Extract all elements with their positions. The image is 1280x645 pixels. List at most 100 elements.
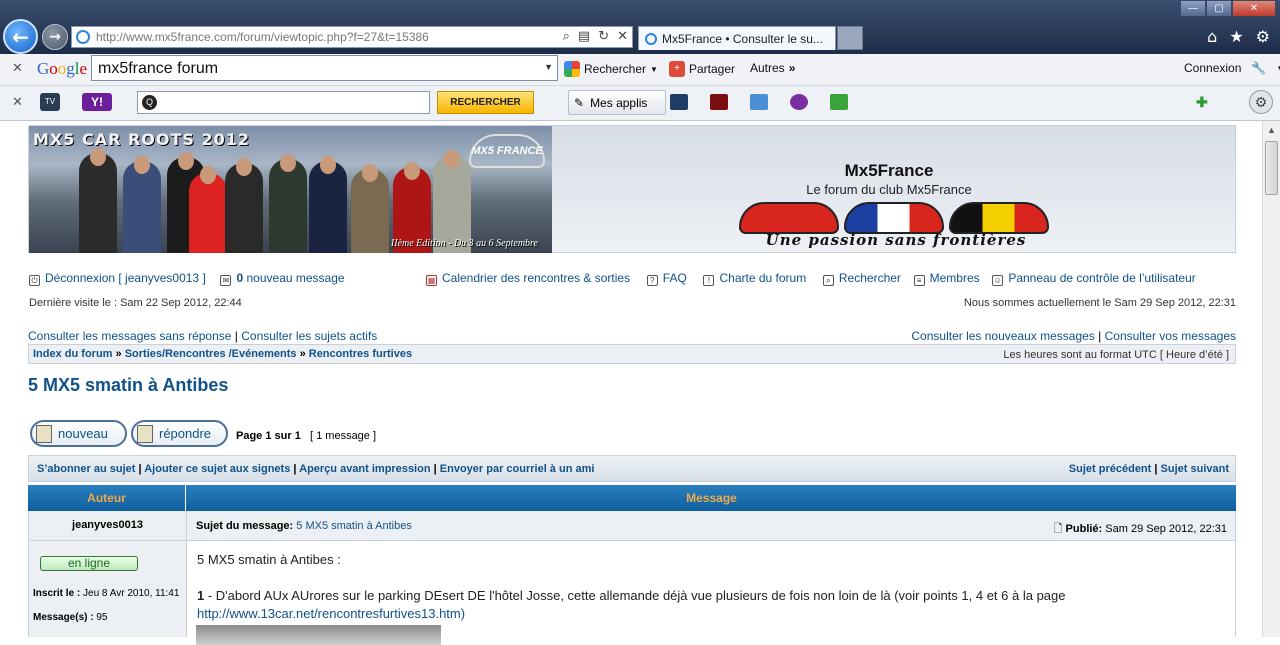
url-text[interactable]: http://www.mx5france.com/forum/viewtopic… — [96, 30, 429, 44]
home-icon[interactable]: ⌂ — [1207, 27, 1217, 46]
search-link[interactable]: Rechercher — [839, 271, 901, 285]
topic-title[interactable]: 5 MX5 smatin à Antibes — [28, 375, 228, 396]
ucp-link[interactable]: Panneau de contrôle de l’utilisateur — [1008, 271, 1195, 285]
paragraph-text: - D'abord AUx AUrores sur le parking DEs… — [204, 588, 1066, 603]
tv-icon[interactable]: TV — [40, 93, 60, 111]
next-topic-link[interactable]: Sujet suivant — [1161, 463, 1229, 475]
breadcrumb: Index du forum » Sorties/Rencontres /Evé… — [28, 344, 1236, 364]
google-search-input[interactable]: mx5france forum ▼ — [91, 55, 558, 81]
chevron-down-icon[interactable]: ▼ — [650, 65, 658, 74]
calendar-icon: ▦ — [426, 275, 437, 286]
scrollbar-thumb[interactable] — [1265, 141, 1278, 195]
minimize-button[interactable]: — — [1180, 0, 1206, 17]
google-logo[interactable]: Google — [37, 59, 87, 79]
chevron-down-icon[interactable]: ▼ — [1276, 64, 1280, 73]
scrollbar[interactable]: ▲ — [1262, 121, 1280, 637]
address-bar[interactable]: http://www.mx5france.com/forum/viewtopic… — [71, 26, 633, 48]
yahoo-search-button[interactable]: RECHERCHER — [437, 91, 534, 114]
email-friend-link[interactable]: Envoyer par courriel à un ami — [440, 463, 595, 475]
browser-chrome: — ▢ ✕ ← → http://www.mx5france.com/forum… — [0, 0, 1280, 121]
close-button[interactable]: ✕ — [1232, 0, 1276, 17]
posted-date: Sam 29 Sep 2012, 22:31 — [1105, 523, 1227, 535]
window-controls: — ▢ ✕ — [1180, 0, 1276, 17]
favorites-star-icon[interactable]: ★ — [1229, 27, 1243, 46]
new-topic-button[interactable]: nouveau — [30, 420, 127, 447]
post-photo[interactable] — [196, 625, 441, 645]
plugin-icon[interactable] — [830, 94, 848, 110]
share-button[interactable]: + Partager — [669, 61, 735, 77]
weather-icon[interactable] — [790, 94, 808, 110]
ucp-icon: ☺ — [992, 275, 1004, 286]
back-button[interactable]: ← — [3, 19, 38, 54]
double-chevron-icon: » — [788, 61, 796, 75]
address-controls: ⌕ ▤ ↻ ✕ — [563, 29, 628, 44]
add-icon[interactable]: ✚ — [1196, 94, 1208, 111]
faq-link[interactable]: FAQ — [663, 271, 687, 285]
compat-icon[interactable]: ▤ — [578, 29, 590, 44]
wrench-icon[interactable]: 🔧 — [1251, 61, 1266, 75]
rules-link[interactable]: Charte du forum — [719, 271, 806, 285]
rules-icon: ! — [703, 275, 715, 286]
close-toolbar-icon[interactable]: ✕ — [12, 95, 23, 110]
google-search-button[interactable]: Rechercher ▼ — [564, 61, 658, 77]
search-icon: Q — [142, 95, 157, 110]
forum-banner-image[interactable]: MX5 CAR ROOTS 2012 MX5 FRANCE IIème Edit… — [29, 126, 552, 253]
scroll-up-icon[interactable]: ▲ — [1267, 125, 1276, 135]
signin-label: Connexion — [1184, 61, 1242, 75]
post-subject: Sujet du message: 5 MX5 smatin à Antibes — [196, 520, 412, 532]
post-author[interactable]: jeanyves0013 — [29, 511, 187, 540]
page-label: Page 1 sur 1 — [236, 430, 301, 442]
refresh-icon[interactable]: ↻ — [598, 29, 609, 44]
forward-button[interactable]: → — [42, 24, 68, 50]
record-icon[interactable] — [710, 94, 728, 110]
yahoo-search-input[interactable]: Q — [137, 91, 430, 114]
message-count: [ 1 message ] — [310, 430, 377, 442]
external-link[interactable]: http://www.13car.net/rencontresfurtives1… — [197, 606, 465, 621]
mail-icon[interactable] — [750, 94, 768, 110]
post-date: 🗋 Publié: Sam 29 Sep 2012, 22:31 — [1054, 520, 1227, 539]
search-icon: ⌕ — [822, 275, 834, 286]
new-messages-link[interactable]: 0 nouveau message — [236, 271, 344, 285]
subscribe-link[interactable]: S’abonner au sujet — [37, 463, 135, 475]
active-topics-link[interactable]: Consulter les sujets actifs — [241, 329, 377, 343]
reply-icon — [137, 424, 153, 443]
slogan: Une passion sans frontières — [765, 231, 1027, 249]
previous-topic-link[interactable]: Sujet précédent — [1069, 463, 1152, 475]
more-label: Autres — [750, 61, 785, 75]
post-header-row: jeanyves0013 Sujet du message: 5 MX5 sma… — [28, 511, 1236, 541]
more-button[interactable]: Autres » — [750, 61, 795, 75]
stop-icon[interactable]: ✕ — [617, 29, 628, 44]
chevron-down-icon[interactable]: ▼ — [544, 62, 553, 72]
ie-page-icon — [76, 30, 90, 44]
settings-gear-icon[interactable]: ⚙ — [1249, 90, 1273, 114]
logout-link[interactable]: Déconnexion [ jeanyves0013 ] — [45, 271, 206, 285]
bookmark-link[interactable]: Ajouter ce sujet aux signets — [144, 463, 290, 475]
current-time: Nous sommes actuellement le Sam 29 Sep 2… — [963, 297, 1236, 309]
close-toolbar-icon[interactable]: ✕ — [12, 61, 23, 76]
unanswered-link[interactable]: Consulter les messages sans réponse — [28, 329, 231, 343]
breadcrumb-forum[interactable]: Rencontres furtives — [309, 348, 412, 360]
new-posts-link[interactable]: Consulter les nouveaux messages — [911, 329, 1094, 343]
search-icon[interactable]: ⌕ — [563, 29, 570, 44]
signin-button[interactable]: Connexion 🔧 ▼ — [1184, 61, 1280, 75]
reply-button[interactable]: répondre — [131, 420, 228, 447]
subject-link[interactable]: 5 MX5 smatin à Antibes — [296, 520, 412, 532]
tab-mx5france[interactable]: Mx5France • Consulter le su... — [638, 26, 836, 50]
breadcrumb-index[interactable]: Index du forum — [33, 348, 112, 360]
members-link[interactable]: Membres — [930, 271, 980, 285]
my-apps-button[interactable]: ✎ Mes applis — [568, 90, 666, 115]
your-posts-link[interactable]: Consulter vos messages — [1105, 329, 1236, 343]
media-icon[interactable] — [670, 94, 688, 110]
new-tab-button[interactable] — [837, 26, 863, 50]
forum-header: MX5 CAR ROOTS 2012 MX5 FRANCE IIème Edit… — [28, 125, 1236, 253]
yahoo-logo[interactable]: Y! — [82, 93, 112, 111]
site-title: Mx5France — [844, 161, 934, 180]
tools-gear-icon[interactable]: ⚙ — [1256, 27, 1270, 46]
maximize-button[interactable]: ▢ — [1206, 0, 1232, 17]
calendar-link[interactable]: Calendrier des rencontres & sorties — [442, 271, 630, 285]
author-column-header: Auteur — [28, 485, 186, 511]
reply-label: répondre — [159, 426, 212, 441]
post-table: Auteur Message jeanyves0013 Sujet du mes… — [28, 485, 1236, 637]
breadcrumb-category[interactable]: Sorties/Rencontres /Evénements — [125, 348, 297, 360]
print-preview-link[interactable]: Aperçu avant impression — [299, 463, 430, 475]
